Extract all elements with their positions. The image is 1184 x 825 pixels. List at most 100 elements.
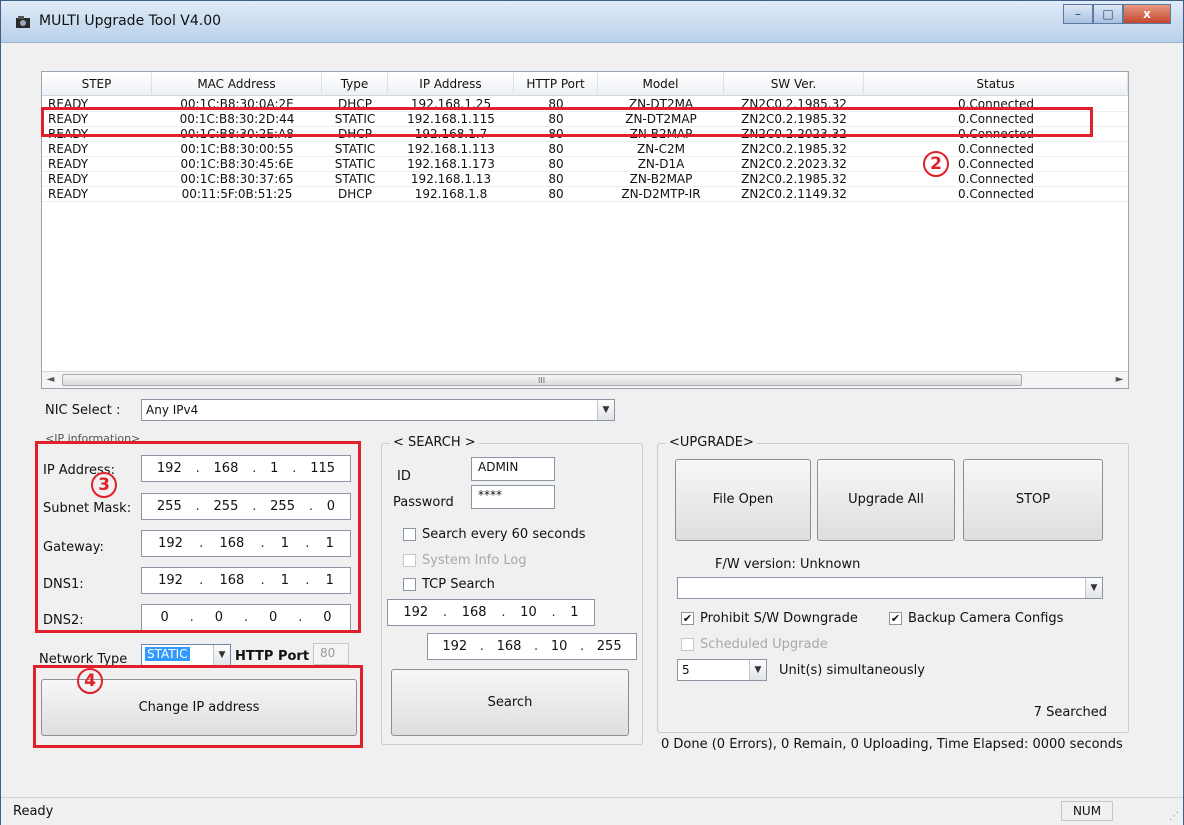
chevron-down-icon[interactable]: ▼ bbox=[597, 400, 614, 420]
backup-configs-checkbox[interactable]: ✔ Backup Camera Configs bbox=[889, 611, 1063, 626]
table-cell: 80 bbox=[548, 187, 564, 201]
search-password-label: Password bbox=[393, 495, 454, 510]
table-cell: 0.Connected bbox=[957, 187, 1035, 201]
scheduled-upgrade-checkbox[interactable]: Scheduled Upgrade bbox=[681, 637, 828, 652]
table-cell: READY bbox=[48, 142, 89, 156]
end-ip-octet: 10 bbox=[550, 639, 568, 654]
network-type-value: STATIC bbox=[145, 647, 190, 661]
callout-box-selected-row bbox=[41, 107, 1093, 137]
column-header[interactable]: Status bbox=[864, 72, 1128, 96]
column-header[interactable]: HTTP Port bbox=[514, 72, 598, 96]
search-end-ip-field[interactable]: 192. 168. 10. 255 bbox=[427, 633, 637, 660]
table-cell: ZN-D1A bbox=[637, 157, 685, 171]
app-icon bbox=[16, 16, 30, 28]
chevron-down-icon[interactable]: ▼ bbox=[749, 660, 766, 680]
column-header[interactable]: MAC Address bbox=[152, 72, 322, 96]
column-header[interactable]: IP Address bbox=[388, 72, 514, 96]
end-ip-octet: 168 bbox=[496, 639, 522, 654]
chevron-down-icon[interactable]: ▼ bbox=[213, 645, 230, 665]
search-id-field[interactable]: ADMIN bbox=[471, 457, 555, 481]
prohibit-downgrade-label: Prohibit S/W Downgrade bbox=[700, 611, 858, 626]
table-cell: 00:1C:B8:30:00:55 bbox=[180, 142, 294, 156]
window-title: MULTI Upgrade Tool V4.00 bbox=[39, 13, 222, 29]
checkmark-icon: ✔ bbox=[889, 612, 902, 625]
table-cell: 00:11:5F:0B:51:25 bbox=[181, 187, 293, 201]
column-header[interactable]: Model bbox=[598, 72, 724, 96]
table-cell: 80 bbox=[548, 157, 564, 171]
minimize-button[interactable]: – bbox=[1063, 4, 1093, 24]
file-open-button[interactable]: File Open bbox=[675, 459, 811, 541]
column-header[interactable]: STEP bbox=[42, 72, 152, 96]
search-password-field[interactable]: **** bbox=[471, 485, 555, 509]
table-row[interactable]: READY 00:1C:B8:30:00:55 STATIC 192.168.1.11… bbox=[42, 142, 1128, 157]
scheduled-upgrade-label: Scheduled Upgrade bbox=[700, 637, 828, 652]
nic-select-value: Any IPv4 bbox=[146, 403, 199, 417]
horizontal-scrollbar[interactable]: ◄ III ► bbox=[42, 371, 1128, 388]
callout-number-4: 4 bbox=[77, 668, 103, 694]
status-text: Ready bbox=[13, 804, 54, 819]
scroll-right-icon[interactable]: ► bbox=[1111, 372, 1128, 388]
search-group-title: < SEARCH > bbox=[390, 435, 479, 450]
table-cell: ZN2C0.2.1149.32 bbox=[741, 187, 847, 201]
table-cell: 00:1C:B8:30:45:6E bbox=[180, 157, 294, 171]
http-port-field[interactable]: 80 bbox=[313, 643, 349, 665]
scroll-thumb[interactable]: III bbox=[62, 374, 1022, 386]
end-ip-octet: 192 bbox=[442, 639, 468, 654]
table-cell: ZN2C0.2.1985.32 bbox=[741, 142, 847, 156]
checkbox-icon bbox=[403, 554, 416, 567]
checkbox-icon bbox=[403, 578, 416, 591]
prohibit-downgrade-checkbox[interactable]: ✔ Prohibit S/W Downgrade bbox=[681, 611, 858, 626]
table-cell: 80 bbox=[548, 172, 564, 186]
chevron-down-icon[interactable]: ▼ bbox=[1085, 578, 1102, 598]
table-cell: 192.168.1.8 bbox=[414, 187, 488, 201]
table-cell: ZN-C2M bbox=[637, 142, 685, 156]
resize-grip-icon[interactable]: ⋰ bbox=[1169, 811, 1179, 822]
units-select[interactable]: 5 ▼ bbox=[677, 659, 767, 681]
start-ip-octet: 10 bbox=[520, 605, 537, 620]
table-cell: DHCP bbox=[338, 187, 372, 201]
scroll-grip-icon: III bbox=[538, 376, 546, 385]
scroll-left-icon[interactable]: ◄ bbox=[42, 372, 59, 388]
table-row[interactable]: READY 00:1C:B8:30:45:6E STATIC 192.168.1.17… bbox=[42, 157, 1128, 172]
maximize-button[interactable]: □ bbox=[1093, 4, 1123, 24]
nic-select[interactable]: Any IPv4 ▼ bbox=[141, 399, 615, 421]
table-cell: 192.168.1.173 bbox=[407, 157, 495, 171]
callout-box-ip-info bbox=[35, 441, 361, 633]
upgrade-group-title: <UPGRADE> bbox=[666, 435, 757, 450]
table-row[interactable]: READY 00:11:5F:0B:51:25 DHCP 192.168.1.8 80 Z… bbox=[42, 187, 1128, 202]
search-start-ip-field[interactable]: 192. 168. 10. 1 bbox=[387, 599, 595, 626]
table-cell: ZN2C0.2.1985.32 bbox=[741, 172, 847, 186]
title-bar[interactable]: MULTI Upgrade Tool V4.00 – □ x bbox=[1, 1, 1183, 43]
units-select-value: 5 bbox=[682, 663, 690, 677]
search-every-60-label: Search every 60 seconds bbox=[422, 527, 586, 542]
system-info-log-checkbox[interactable]: System Info Log bbox=[403, 553, 527, 568]
table-row[interactable]: READY 00:1C:B8:30:37:65 STATIC 192.168.1.13… bbox=[42, 172, 1128, 187]
app-window: MULTI Upgrade Tool V4.00 – □ x STEP MAC A… bbox=[0, 0, 1184, 825]
table-cell: ZN2C0.2.2023.32 bbox=[741, 157, 847, 171]
table-cell: STATIC bbox=[334, 157, 376, 171]
end-ip-octet: 255 bbox=[596, 639, 622, 654]
network-type-select[interactable]: STATIC ▼ bbox=[141, 644, 231, 666]
fw-version-select[interactable]: ▼ bbox=[677, 577, 1103, 599]
search-id-label: ID bbox=[397, 469, 411, 484]
checkmark-icon: ✔ bbox=[681, 612, 694, 625]
nic-select-label: NIC Select : bbox=[45, 403, 121, 418]
column-header[interactable]: Type bbox=[322, 72, 388, 96]
stop-button[interactable]: STOP bbox=[963, 459, 1103, 541]
close-button[interactable]: x bbox=[1123, 4, 1171, 24]
table-cell: 80 bbox=[548, 142, 564, 156]
units-simultaneously-label: Unit(s) simultaneously bbox=[779, 663, 925, 678]
upgrade-progress-text: 0 Done (0 Errors), 0 Remain, 0 Uploading… bbox=[661, 737, 1123, 752]
searched-count: 7 Searched bbox=[1033, 705, 1107, 720]
column-header[interactable]: SW Ver. bbox=[724, 72, 864, 96]
start-ip-octet: 192 bbox=[403, 605, 429, 620]
table-cell: STATIC bbox=[334, 142, 376, 156]
search-every-60-checkbox[interactable]: Search every 60 seconds bbox=[403, 527, 585, 542]
search-button[interactable]: Search bbox=[391, 669, 629, 736]
device-list-header: STEP MAC Address Type IP Address HTTP Port Mo… bbox=[42, 72, 1128, 96]
tcp-search-checkbox[interactable]: TCP Search bbox=[403, 577, 495, 592]
callout-number-3: 3 bbox=[91, 472, 117, 498]
start-ip-octet: 1 bbox=[570, 605, 579, 620]
table-cell: READY bbox=[48, 187, 89, 201]
upgrade-all-button[interactable]: Upgrade All bbox=[817, 459, 955, 541]
